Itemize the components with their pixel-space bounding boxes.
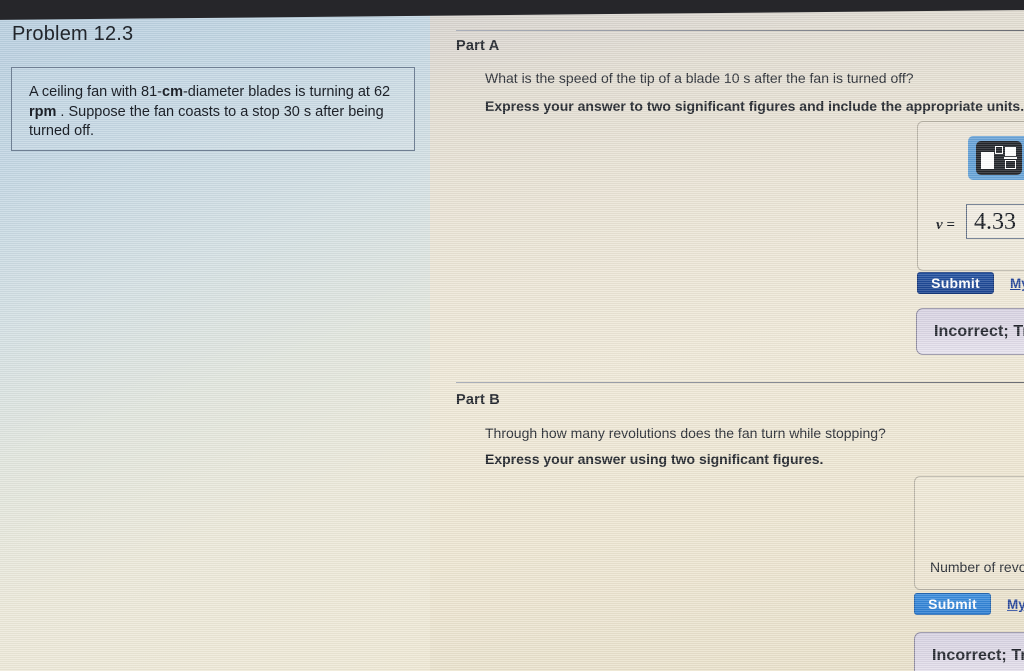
part-b-my-answers-link[interactable]: My Answers	[1007, 597, 1024, 612]
part-b-answer-box: 0 ΑΣϕ ↶ ↷ ↻	[914, 476, 1024, 590]
part-b-label: Part B	[456, 392, 500, 408]
page-title: Problem 12.3	[12, 23, 134, 45]
part-a-divider	[456, 30, 1024, 31]
part-a-answer-box: μÅ ↶ ↷ ↻ ? v =	[917, 121, 1024, 271]
problem-statement-box: A ceiling fan with 81-cm-diameter blades…	[11, 67, 415, 151]
part-b-question: Through how many revolutions does the fa…	[485, 425, 886, 441]
part-a-math-toolbar[interactable]: μÅ ↶ ↷ ↻ ?	[968, 136, 1024, 180]
part-b-submit-button[interactable]: Submit	[914, 593, 991, 615]
part-b-instruction: Express your answer using two significan…	[485, 451, 824, 467]
part-b-variable-label: Number of revolutions =	[930, 559, 1024, 575]
part-a-question: What is the speed of the tip of a blade …	[485, 70, 914, 86]
problem-statement-text: A ceiling fan with 81-cm-diameter blades…	[29, 84, 391, 139]
part-a-feedback-banner: Incorrect; Try Again; 2 attempts remaini…	[916, 308, 1024, 355]
parts-pane: Part A What is the speed of the tip of a…	[430, 8, 1024, 671]
part-a-instruction: Express your answer to two significant f…	[485, 98, 1024, 114]
part-a-submit-button[interactable]: Submit	[917, 272, 994, 294]
part-a-variable-label: v =	[936, 217, 955, 233]
part-a-label: Part A	[456, 38, 500, 54]
part-a-value-input[interactable]: 4.33	[966, 204, 1024, 239]
part-a-my-answers-link[interactable]: My Answers	[1010, 276, 1024, 291]
part-b-feedback-banner: Incorrect; Try Again; 2 attempts remaini…	[914, 632, 1024, 671]
part-b-divider	[456, 382, 1024, 383]
screenshot-root: Problem 12.3 A ceiling fan with 81-cm-di…	[0, 0, 1024, 671]
template-icon[interactable]	[976, 141, 1022, 175]
problem-statement-pane: Problem 12.3 A ceiling fan with 81-cm-di…	[0, 10, 430, 671]
